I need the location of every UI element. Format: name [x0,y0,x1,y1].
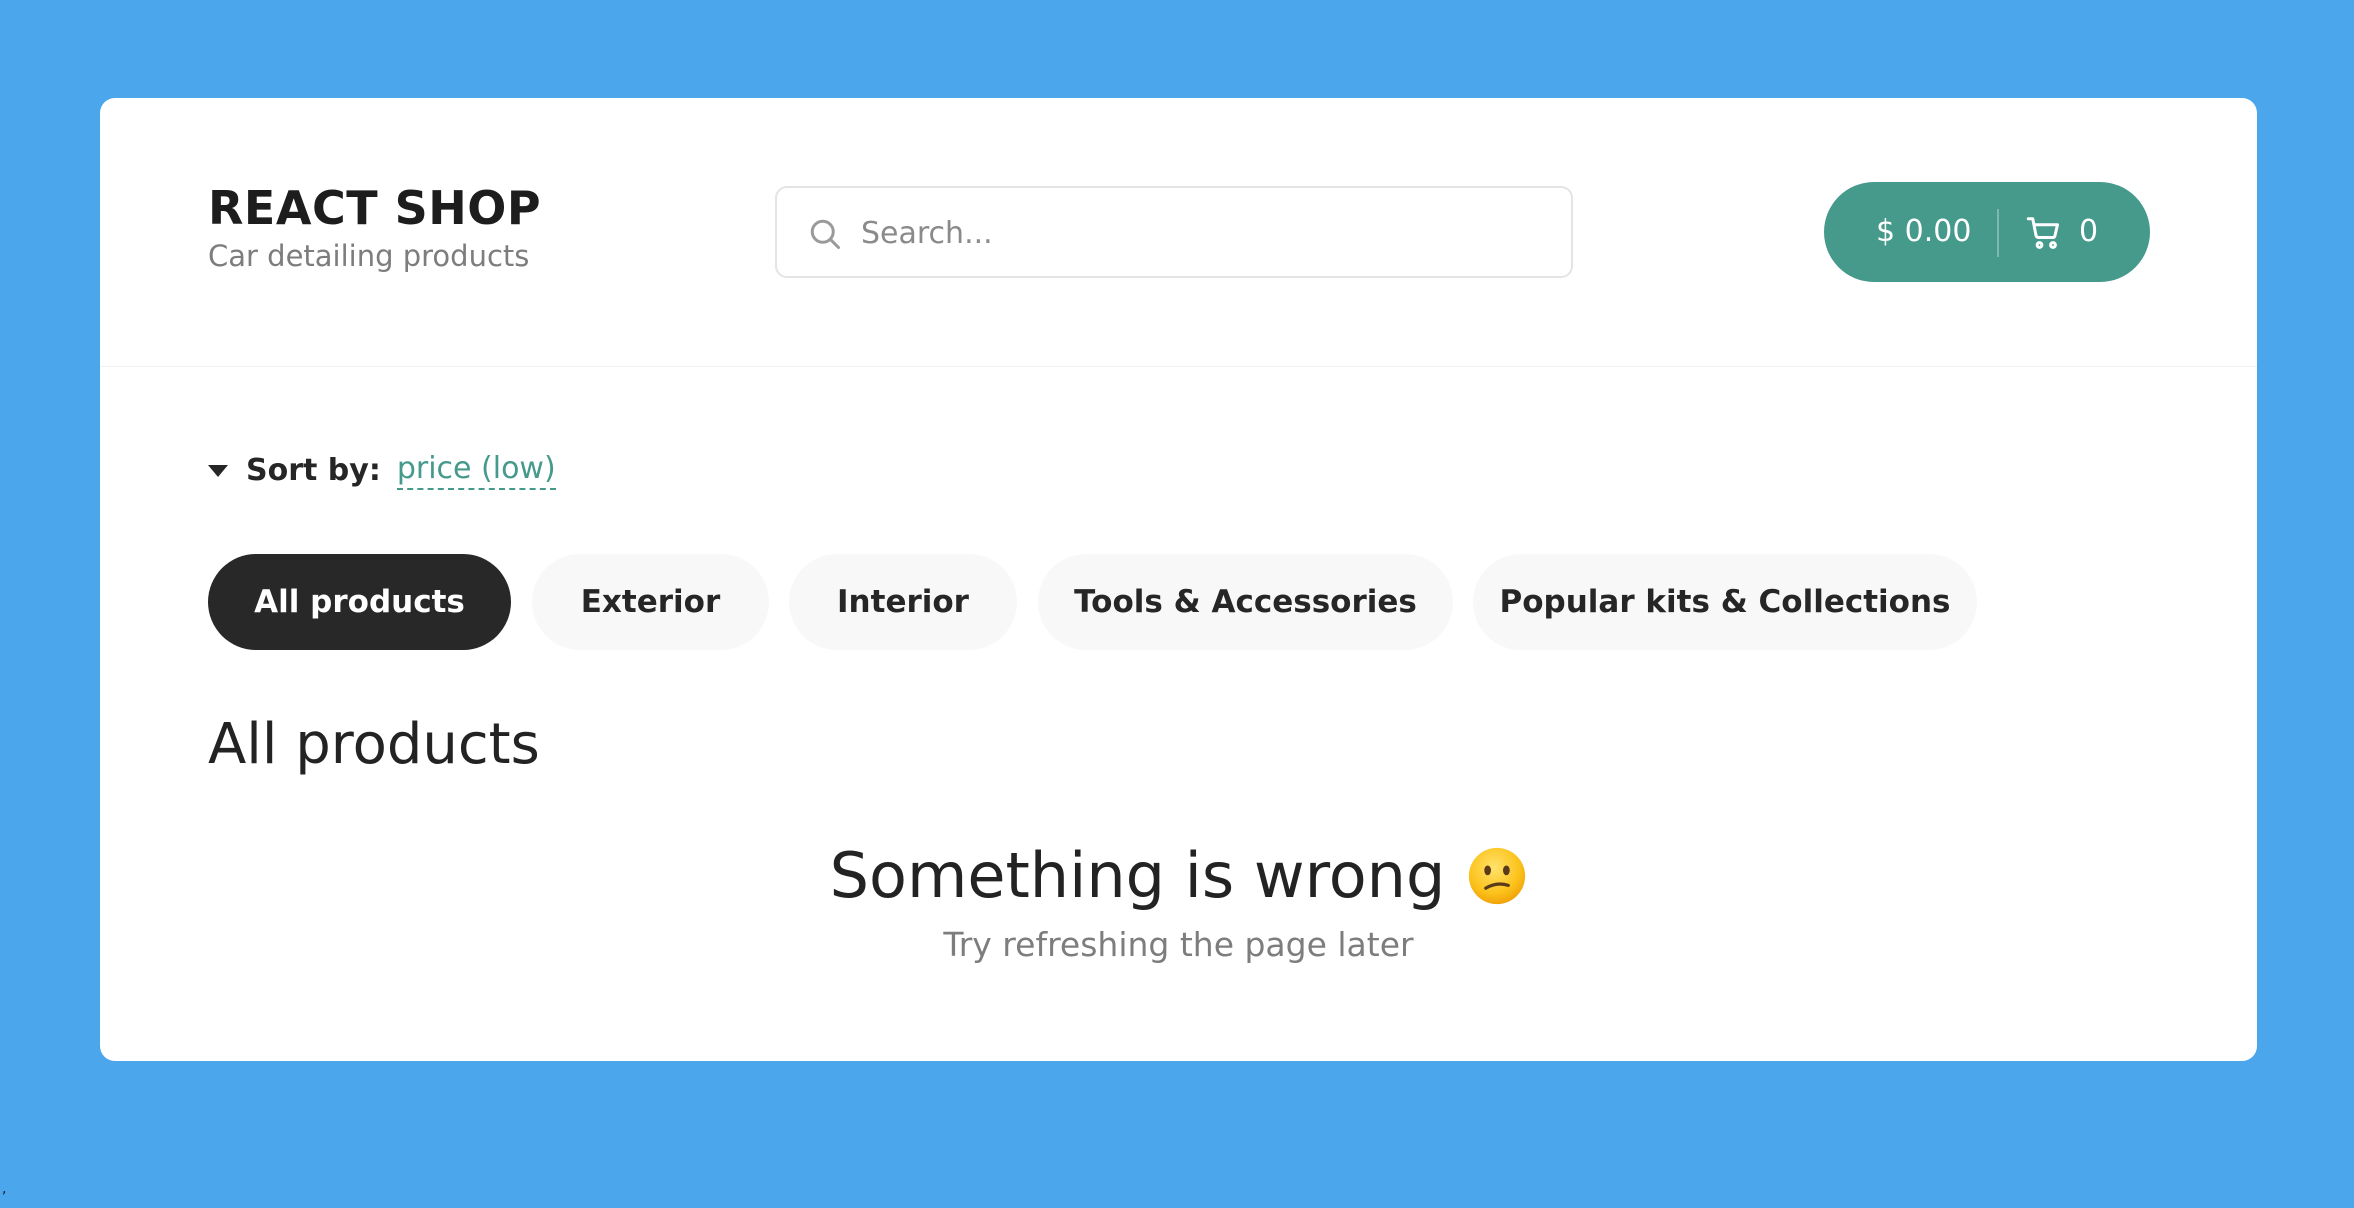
sort-value-link[interactable]: price (low) [396,451,556,490]
category-exterior[interactable]: Exterior [532,554,769,650]
brand-title: REACT SHOP [208,181,542,235]
cart-button[interactable]: $ 0.00 0 [1824,182,2150,282]
confused-face-icon [1469,847,1526,905]
error-subtext: Try refreshing the page later [943,925,1414,964]
sort-control[interactable]: Sort by: price (low) [208,448,556,492]
search-input[interactable] [859,188,1553,278]
cart-item-count: 0 [2079,214,2099,249]
brand-subtitle: Car detailing products [208,239,530,273]
section-title: All products [208,712,540,777]
sort-label: Sort by: [246,452,381,488]
caret-down-icon[interactable] [208,465,228,477]
error-heading: Something is wrong [829,839,1446,912]
error-message-block: Something is wrong Try refreshing the pa… [100,836,2257,966]
category-all-products[interactable]: All products [208,554,511,650]
cart-icon [2026,217,2059,249]
cart-total-price: $ 0.00 [1876,214,1972,249]
category-tools-accessories[interactable]: Tools & Accessories [1038,554,1453,650]
header: REACT SHOP Car detailing products $ 0.00… [100,98,2257,367]
shop-card: REACT SHOP Car detailing products $ 0.00… [100,98,2257,1061]
error-heading-row: Something is wrong [830,836,1528,916]
category-popular-kits[interactable]: Popular kits & Collections [1473,554,1977,650]
cart-divider [1997,209,1999,257]
brand: REACT SHOP Car detailing products [208,181,541,275]
stray-comma: , [2,1181,7,1197]
search-box [775,186,1573,278]
search-icon [810,219,840,249]
category-interior[interactable]: Interior [789,554,1017,650]
